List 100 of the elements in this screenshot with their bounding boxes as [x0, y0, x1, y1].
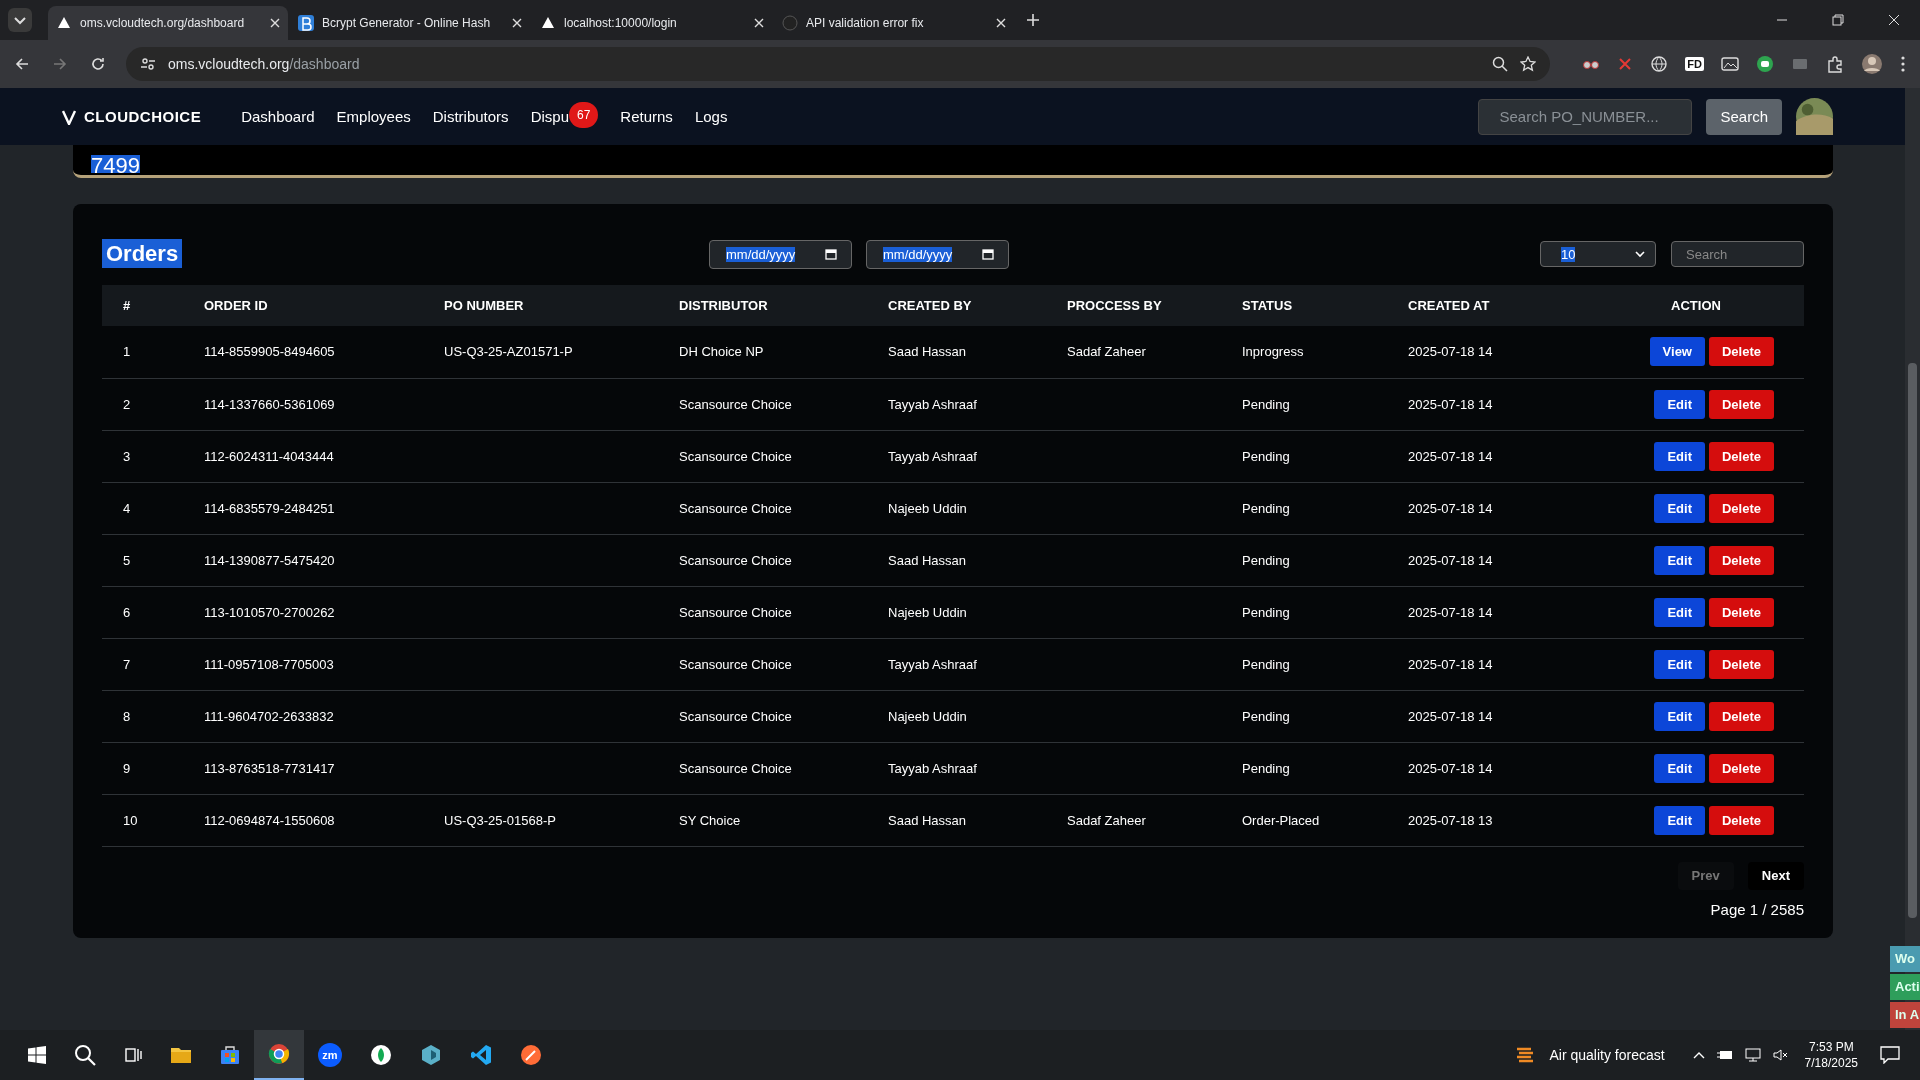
new-tab-icon[interactable] — [1026, 13, 1040, 27]
calendar-icon[interactable] — [825, 248, 837, 260]
delete-button[interactable]: Delete — [1708, 337, 1774, 367]
hexagon-app-icon[interactable] — [420, 1044, 442, 1066]
tab-search-icon[interactable] — [8, 8, 32, 32]
column-header: PROCCESS BY — [1067, 285, 1242, 326]
edit-button[interactable]: Edit — [1654, 805, 1705, 835]
table-cell: 5 — [123, 552, 131, 568]
close-icon[interactable] — [996, 18, 1006, 28]
nav-link[interactable]: Distributors — [432, 108, 509, 125]
date-field[interactable]: mm/dd/yyyy — [709, 239, 852, 269]
more-icon[interactable] — [1900, 55, 1906, 73]
edit-button[interactable]: Edit — [1654, 441, 1705, 471]
table-cell: 112-0694874-1550608 — [204, 812, 335, 828]
forward-icon[interactable] — [52, 56, 68, 72]
delete-button[interactable]: Delete — [1708, 753, 1774, 783]
nav-link[interactable]: Dispu — [530, 108, 569, 125]
edit-button[interactable]: Edit — [1654, 649, 1705, 679]
mute-icon[interactable] — [1772, 1048, 1789, 1062]
notification-icon[interactable] — [1880, 1046, 1900, 1064]
cross-icon[interactable] — [1617, 56, 1634, 72]
task-view-icon[interactable] — [124, 1046, 142, 1064]
edit-button[interactable]: Edit — [1654, 701, 1705, 731]
browser-icon[interactable] — [268, 1043, 290, 1065]
page-info: Page 1 / 2585 — [1710, 900, 1804, 918]
puzzle-icon[interactable] — [1826, 55, 1844, 73]
reload-icon[interactable] — [90, 56, 106, 72]
store-icon[interactable] — [220, 1045, 240, 1065]
nav-link[interactable]: Logs — [694, 108, 728, 125]
table-cell: Scansource Choice — [679, 656, 792, 672]
scroll-thumb[interactable] — [1908, 363, 1917, 918]
delete-button[interactable]: Delete — [1708, 441, 1774, 471]
clock[interactable]: 7:53 PM 7/18/2025 — [1804, 1039, 1858, 1071]
network-icon[interactable] — [1744, 1048, 1761, 1062]
browser-tab[interactable]: localhost:10000/login — [532, 6, 772, 40]
back-icon[interactable] — [14, 56, 30, 72]
windows-icon[interactable] — [28, 1046, 46, 1064]
delete-button[interactable]: Delete — [1708, 493, 1774, 523]
table-cell: 2025-07-18 14 — [1408, 448, 1493, 464]
column-header: PO NUMBER — [444, 285, 679, 326]
edit-button[interactable]: Edit — [1654, 493, 1705, 523]
nav-link[interactable]: Returns — [620, 108, 673, 125]
nav-link[interactable]: Employees — [336, 108, 411, 125]
zoom-icon[interactable] — [1492, 56, 1509, 72]
calendar-icon[interactable] — [982, 248, 994, 260]
close-icon[interactable] — [512, 18, 522, 28]
delete-button[interactable]: Delete — [1708, 701, 1774, 731]
address-bar[interactable]: oms.vcloudtech.org/dashboard — [126, 47, 1551, 81]
search-icon[interactable] — [74, 1044, 96, 1066]
avatar-icon[interactable] — [1861, 53, 1883, 75]
search-field[interactable]: Search — [1671, 241, 1804, 267]
table-cell: Pending — [1242, 708, 1290, 724]
weather-text[interactable]: Air quality forecast — [1549, 1047, 1665, 1063]
leaf-app-icon[interactable] — [370, 1044, 392, 1066]
picture-icon[interactable] — [1721, 55, 1739, 73]
next-button[interactable]: Next — [1747, 861, 1804, 890]
delete-button[interactable]: Delete — [1708, 389, 1774, 419]
delete-button[interactable]: Delete — [1708, 805, 1774, 835]
edit-button[interactable]: Edit — [1654, 389, 1705, 419]
chevron-up-icon[interactable] — [1692, 1051, 1705, 1059]
edit-button[interactable]: Edit — [1654, 597, 1705, 627]
close-icon[interactable] — [754, 18, 764, 28]
delete-button[interactable]: Delete — [1708, 597, 1774, 627]
folder-icon[interactable] — [170, 1045, 192, 1065]
close-icon[interactable] — [270, 18, 280, 28]
browser-tab[interactable]: API validation error fix — [774, 6, 1014, 40]
site-settings-icon[interactable] — [140, 56, 156, 72]
search-button[interactable]: Search — [1706, 98, 1782, 135]
favicon-icon — [298, 15, 314, 31]
close-icon[interactable] — [1888, 14, 1900, 26]
column-header: CREATED BY — [888, 285, 1067, 326]
logo[interactable]: CLOUDCHOICE — [62, 108, 202, 125]
nav-link[interactable]: Dashboard — [241, 108, 315, 125]
edit-button[interactable]: Edit — [1654, 545, 1705, 575]
avatar[interactable] — [1796, 98, 1833, 135]
search-field[interactable]: Search PO_NUMBER... — [1478, 98, 1693, 135]
view-button[interactable]: View — [1649, 337, 1705, 367]
table-cell: Scansource Choice — [679, 448, 792, 464]
browser-tab[interactable]: oms.vcloudtech.org/dashboard — [48, 6, 288, 40]
edit-button[interactable]: Edit — [1654, 753, 1705, 783]
column-header: ORDER ID — [204, 285, 444, 326]
restore-icon[interactable] — [1832, 14, 1844, 26]
battery-icon[interactable] — [1716, 1049, 1733, 1061]
table-cell: 10 — [123, 812, 138, 828]
delete-button[interactable]: Delete — [1708, 649, 1774, 679]
postman-app-icon[interactable] — [520, 1044, 542, 1066]
side-tab[interactable]: In A — [1890, 1002, 1920, 1028]
globe-icon[interactable] — [1650, 55, 1669, 73]
date-field[interactable]: mm/dd/yyyy — [866, 239, 1009, 269]
meeting-app-icon[interactable]: zm — [318, 1043, 342, 1067]
browser-tab[interactable]: Bcrypt Generator - Online Hash — [290, 6, 530, 40]
page-size-select[interactable]: 10 — [1540, 241, 1656, 267]
table-cell: Sadaf Zaheer — [1067, 344, 1146, 360]
table-cell: 1 — [123, 344, 131, 360]
extension-icon[interactable]: FD — [1685, 57, 1704, 71]
table-cell: Scansource Choice — [679, 552, 792, 568]
weather-icon[interactable] — [1515, 1045, 1536, 1065]
code-editor-icon[interactable] — [470, 1044, 492, 1066]
delete-button[interactable]: Delete — [1708, 545, 1774, 575]
star-icon[interactable] — [1520, 56, 1537, 72]
